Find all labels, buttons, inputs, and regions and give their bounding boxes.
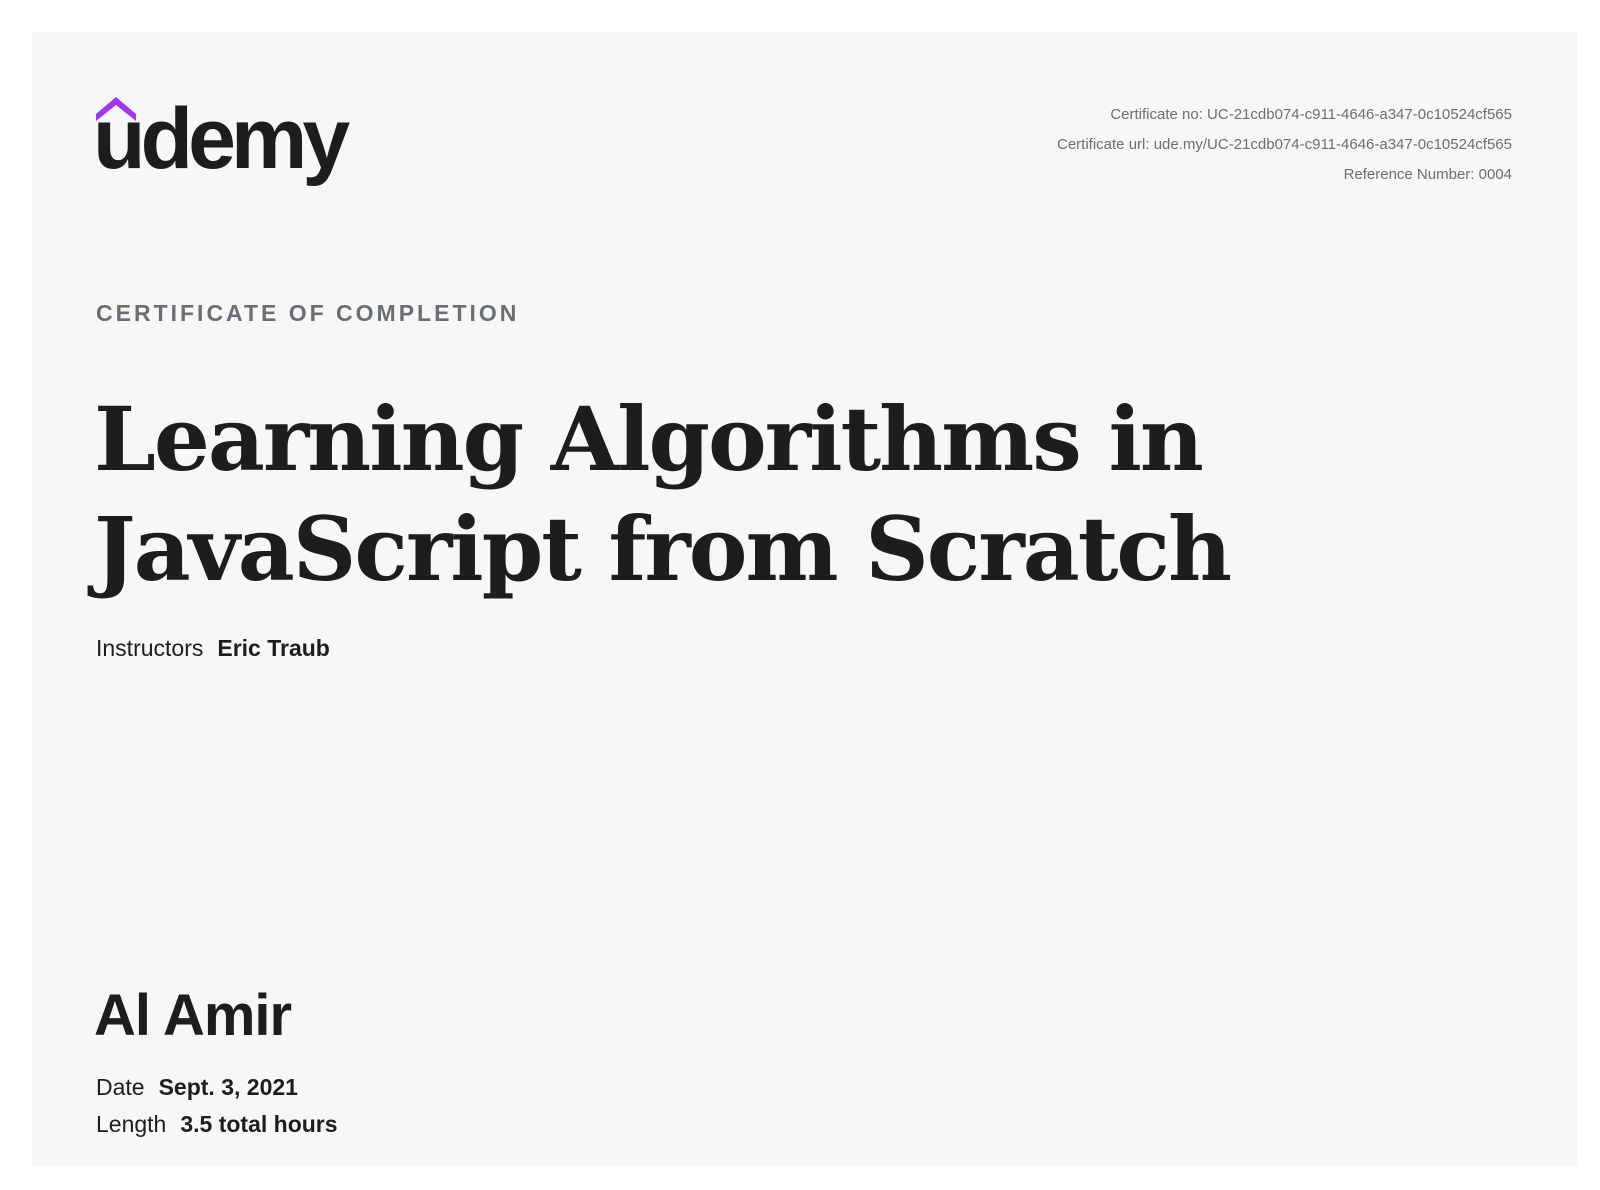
certificate-number: Certificate no: UC-21cdb074-c911-4646-a3… (1110, 106, 1512, 123)
length-label: Length (96, 1111, 167, 1137)
certificate-meta: Certificate no: UC-21cdb074-c911-4646-a3… (1057, 100, 1512, 190)
date-line: Date Sept. 3, 2021 (96, 1074, 298, 1101)
certificate-heading: CERTIFICATE OF COMPLETION (96, 300, 520, 326)
certificate-url: Certificate url: ude.my/UC-21cdb074-c911… (1057, 136, 1512, 153)
length-value: 3.5 total hours (180, 1111, 338, 1137)
instructors-label: Instructors (96, 635, 204, 661)
instructors-line: Instructors Eric Traub (96, 635, 330, 662)
certificate: udemy Certificate no: UC-21cdb074-c911-4… (32, 32, 1577, 1166)
student-name: Al Amir (94, 983, 292, 1048)
date-label: Date (96, 1074, 145, 1100)
length-line: Length 3.5 total hours (96, 1111, 338, 1138)
instructor-name: Eric Traub (217, 635, 330, 661)
svg-text:udemy: udemy (96, 94, 350, 187)
udemy-logo: udemy (96, 94, 366, 194)
reference-number: Reference Number: 0004 (1343, 166, 1512, 183)
course-title: Learning Algorithms in JavaScript from S… (94, 387, 1232, 601)
date-value: Sept. 3, 2021 (158, 1074, 298, 1100)
